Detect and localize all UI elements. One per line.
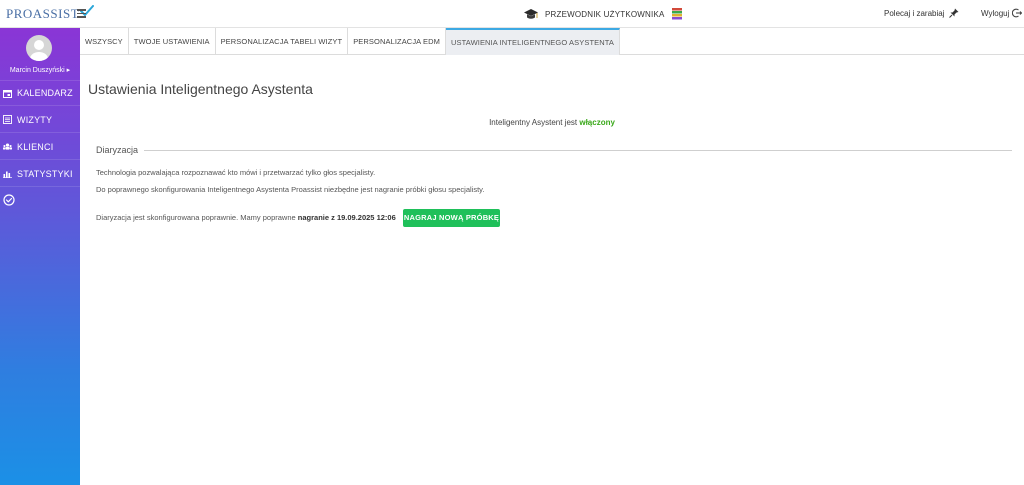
clients-icon [3, 142, 12, 151]
record-new-sample-button[interactable]: NAGRAJ NOWĄ PRÓBKĘ [403, 209, 500, 227]
recording-date: nagranie z 19.09.2025 12:06 [297, 213, 396, 222]
assistant-status: Inteligentny Asystent jest włączony [0, 118, 1024, 127]
section-divider [144, 149, 1012, 151]
status-value: włączony [579, 118, 615, 127]
sidebar-item-label: KALENDARZ [17, 88, 73, 98]
user-name-dropdown[interactable]: Marcin Duszyński ▸ [0, 66, 80, 74]
status-prefix: Inteligentny Asystent jest [489, 118, 580, 127]
sidebar-item-label: KLIENCI [17, 141, 54, 152]
tab-ustawienia-inteligentnego-asystenta[interactable]: USTAWIENIA INTELIGENTNEGO ASYSTENTA [446, 28, 620, 55]
sidebar-item-statystyki[interactable]: STATYSTYKI [0, 161, 80, 187]
section-title: Diaryzacja [96, 145, 139, 155]
diarization-section-header: Diaryzacja [96, 145, 1012, 155]
tab-twoje-ustawienia[interactable]: TWOJE USTAWIENIA [129, 28, 216, 55]
logout-icon [1012, 8, 1023, 18]
tab-personalizacja-edm[interactable]: PERSONALIZACJA EDM [348, 28, 447, 55]
diarization-status: Diaryzacja jest skonfigurowana poprawnie… [96, 213, 396, 222]
graduation-cap-icon [524, 8, 538, 19]
user-silhouette-icon [30, 40, 48, 61]
top-bar: PROASSIST PRZEWODNIK UŻYTKOWNIKA Polecaj… [0, 0, 1024, 28]
books-icon [671, 8, 682, 20]
assistant-check-icon[interactable] [3, 193, 15, 211]
chart-icon [3, 169, 12, 178]
recommend-label: Polecaj i zarabiaj [884, 8, 945, 18]
page-title: Ustawienia Inteligentnego Asystenta [88, 81, 313, 97]
sidebar-item-kalendarz[interactable]: KALENDARZ [0, 80, 80, 106]
user-guide-label: PRZEWODNIK UŻYTKOWNIKA [545, 9, 665, 19]
sidebar-item-klienci[interactable]: KLIENCI [0, 134, 80, 160]
logout-label: Wyloguj [981, 8, 1010, 18]
tab-personalizacja-tabeli-wizyt[interactable]: PERSONALIZACJA TABELI WIZYT [216, 28, 349, 55]
menu-toggle-icon[interactable] [77, 9, 86, 18]
user-guide-link[interactable]: PRZEWODNIK UŻYTKOWNIKA [523, 6, 683, 22]
diarization-requirement: Do poprawnego skonfigurowania Inteligent… [96, 185, 485, 194]
recommend-and-earn-link[interactable]: Polecaj i zarabiaj [884, 8, 959, 18]
tab-wszyscy[interactable]: WSZYSCY [80, 28, 129, 55]
diarization-description: Technologia pozwalająca rozpoznawać kto … [96, 168, 376, 177]
settings-tabs: WSZYSCY TWOJE USTAWIENIA PERSONALIZACJA … [80, 28, 1024, 55]
configured-prefix: Diaryzacja jest skonfigurowana poprawnie… [96, 213, 298, 222]
logout-link[interactable]: Wyloguj [981, 8, 1023, 18]
avatar[interactable] [26, 35, 52, 61]
sidebar: Marcin Duszyński ▸ KALENDARZ WIZYTY KLIE… [0, 28, 80, 485]
pushpin-icon [949, 8, 959, 18]
sidebar-item-label: STATYSTYKI [17, 168, 73, 179]
logo-text: PROASSIST [6, 6, 80, 21]
calendar-icon [3, 89, 12, 98]
